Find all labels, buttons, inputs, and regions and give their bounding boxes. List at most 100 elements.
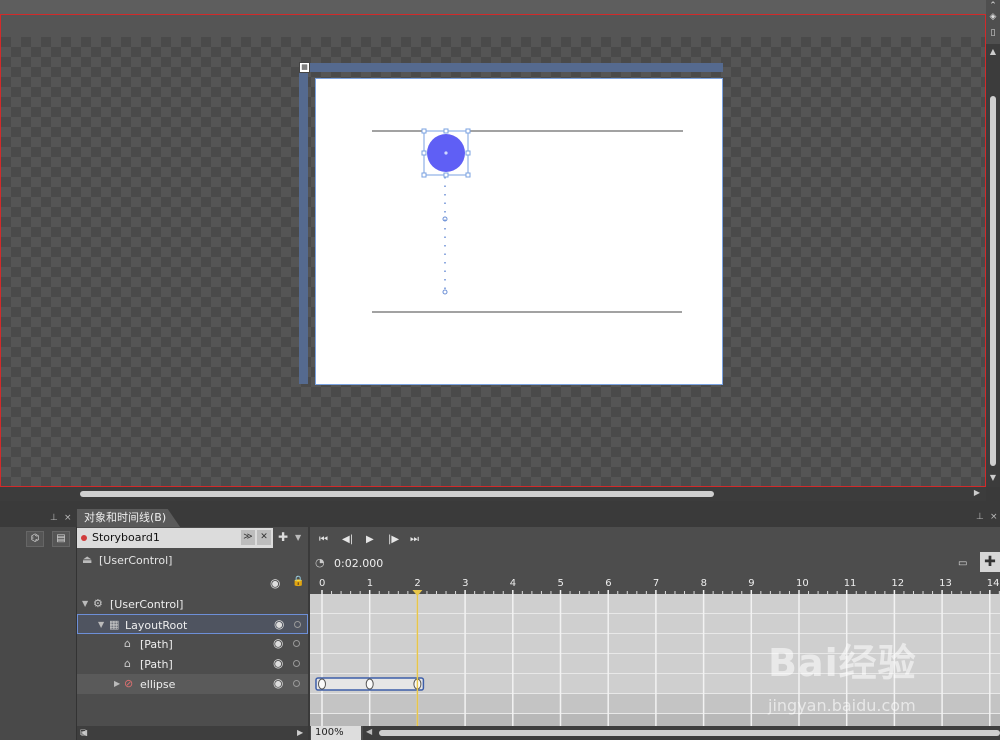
ruler-tick-label: 4 [510, 578, 516, 589]
ruler-tick-label: 10 [796, 578, 809, 589]
timeline-track-row[interactable] [310, 614, 1000, 634]
tree-item-label: [Path] [140, 638, 173, 651]
snap-to-grid-button[interactable]: ✚ [980, 552, 1000, 572]
tab-objects-and-timeline[interactable]: 对象和时间线(B) [77, 509, 181, 527]
collapse-twisty-icon[interactable]: ▶ [114, 679, 120, 688]
tree-row-path-1[interactable]: ⌂ [Path] ◉ [77, 634, 308, 654]
motion-keyframe-2[interactable] [442, 289, 448, 295]
ruler-tick-label: 7 [653, 578, 659, 589]
layers-icon[interactable]: ⧉ [80, 728, 87, 739]
ruler-icon[interactable]: ▭ [958, 558, 967, 569]
record-indicator-icon [81, 535, 87, 541]
pin-icon-right[interactable]: ⊥ [976, 512, 984, 522]
timeline-zoom-field[interactable]: 100% [311, 726, 361, 740]
tree-row-ellipse[interactable]: ▶ ⊘ ellipse ◉ [77, 674, 308, 694]
close-storyboard-icon[interactable]: ✕ [257, 530, 271, 545]
visibility-header-eye-icon[interactable]: ◉ [270, 576, 280, 590]
close-icon-right[interactable]: × [990, 512, 998, 522]
resize-handle-s[interactable] [443, 172, 449, 178]
animation-workspace-button[interactable]: ▤ [52, 531, 70, 547]
lock-toggle-icon[interactable] [293, 640, 300, 647]
eye-icon[interactable]: ◉ [274, 617, 284, 631]
storyboard-name: Storyboard1 [92, 531, 160, 544]
play-icon[interactable]: ▶ [366, 534, 374, 545]
scroll-right-arrow-icon[interactable]: ▶ [297, 728, 303, 737]
expand-twisty-icon[interactable]: ▼ [82, 599, 88, 608]
grid-mode-icon[interactable]: ▦ [299, 62, 310, 73]
ruler-tick-label: 6 [605, 578, 611, 589]
resize-handle-w[interactable] [421, 150, 427, 156]
ruler-tick-label: 2 [414, 578, 420, 589]
user-control-canvas[interactable] [315, 78, 723, 385]
resize-handle-n[interactable] [443, 128, 449, 134]
horizontal-scroll-thumb[interactable] [80, 491, 714, 497]
resize-handle-se[interactable] [465, 172, 471, 178]
design-vertical-scrollbar[interactable]: ▲ ▼ [986, 44, 1000, 487]
grid-ruler-left[interactable] [299, 72, 308, 384]
scope-row[interactable]: ⏏ [UserControl] [77, 550, 308, 572]
tree-row-layoutroot[interactable]: ▼ ▦ LayoutRoot ◉ [77, 614, 308, 634]
scroll-right-arrow-icon[interactable]: ▶ [974, 488, 980, 497]
vertical-scroll-thumb[interactable] [990, 96, 996, 466]
ruler-tick-label: 12 [891, 578, 904, 589]
resize-handle-ne[interactable] [465, 128, 471, 134]
keyframe-icon[interactable]: ◈ [988, 12, 998, 22]
keyframe-marker[interactable] [318, 678, 326, 690]
split-view-icon[interactable]: ▯ [988, 28, 998, 38]
canvas-drawing [372, 128, 683, 313]
resize-handle-e[interactable] [465, 150, 471, 156]
tree-item-label: ellipse [140, 678, 176, 691]
pin-icon[interactable]: ⊥ [50, 513, 58, 523]
keyframe-marker[interactable] [365, 678, 374, 690]
scope-up-icon[interactable]: ⏏ [82, 553, 92, 566]
storyboard-picker[interactable]: Storyboard1 ≫ ✕ [77, 528, 273, 548]
expand-twisty-icon[interactable]: ▼ [98, 620, 104, 629]
tree-row-usercontrol[interactable]: ▼ ⚙ [UserControl] [77, 594, 308, 614]
tree-view-button[interactable]: ⌬ [26, 531, 44, 547]
ellipse-record-icon: ⊘ [124, 677, 134, 690]
scroll-up-arrow-icon[interactable]: ▲ [986, 46, 1000, 58]
design-horizontal-scrollbar[interactable]: ▶ [0, 487, 986, 501]
scroll-down-arrow-icon[interactable]: ▼ [986, 472, 1000, 484]
tree-item-label: LayoutRoot [125, 619, 188, 632]
tree-row-path-2[interactable]: ⌂ [Path] ◉ [77, 654, 308, 674]
lock-toggle-icon[interactable] [294, 621, 301, 628]
ruler-tick-label: 13 [939, 578, 952, 589]
resize-handle-sw[interactable] [421, 172, 427, 178]
lock-toggle-icon[interactable] [293, 680, 300, 687]
ruler-tick-label: 14 [987, 578, 1000, 589]
current-time-display[interactable]: 0:02.000 [334, 557, 383, 570]
lock-toggle-icon[interactable] [293, 660, 300, 667]
next-frame-icon[interactable]: |▶ [388, 534, 399, 545]
lock-header-icon[interactable]: 🔒 [292, 576, 304, 587]
center-point[interactable] [444, 151, 448, 155]
previous-frame-icon[interactable]: ◀| [342, 534, 353, 545]
timeline-scroll-thumb[interactable] [379, 730, 1000, 736]
add-storyboard-icon[interactable]: ✚ [278, 530, 288, 544]
scroll-up-icon[interactable]: ⌃ [988, 1, 998, 11]
eye-icon[interactable]: ◉ [273, 676, 283, 690]
watermark-brand: Bai经验 [768, 641, 917, 685]
path-icon: ⌂ [124, 637, 131, 650]
first-frame-icon[interactable]: ⏮ [319, 534, 328, 545]
chevron-down-icon[interactable]: ▼ [295, 533, 301, 542]
tree-item-label: [UserControl] [110, 598, 184, 611]
storyboard-options-icon[interactable]: ≫ [241, 530, 255, 545]
tree-item-label: [Path] [140, 658, 173, 671]
eye-icon[interactable]: ◉ [273, 636, 283, 650]
close-icon[interactable]: × [64, 513, 72, 523]
resize-handle-nw[interactable] [421, 128, 427, 134]
objects-horizontal-scrollbar[interactable]: ◀ ▶ [77, 726, 308, 740]
grid-ruler-top[interactable] [299, 63, 723, 72]
record-keyframe-icon[interactable]: ◔ [315, 556, 325, 569]
ruler-tick-label: 0 [319, 578, 325, 589]
timeline-track-row[interactable] [310, 594, 1000, 614]
left-gutter [0, 527, 76, 740]
last-frame-icon[interactable]: ⏭ [410, 534, 419, 545]
ruler-tick-label: 5 [558, 578, 564, 589]
timeline-horizontal-scrollbar[interactable]: ◀ [363, 726, 1000, 740]
scroll-left-arrow-icon[interactable]: ◀ [366, 727, 372, 736]
ellipse-selection[interactable] [421, 128, 471, 178]
grid-icon: ▦ [109, 618, 120, 631]
eye-icon[interactable]: ◉ [273, 656, 283, 670]
